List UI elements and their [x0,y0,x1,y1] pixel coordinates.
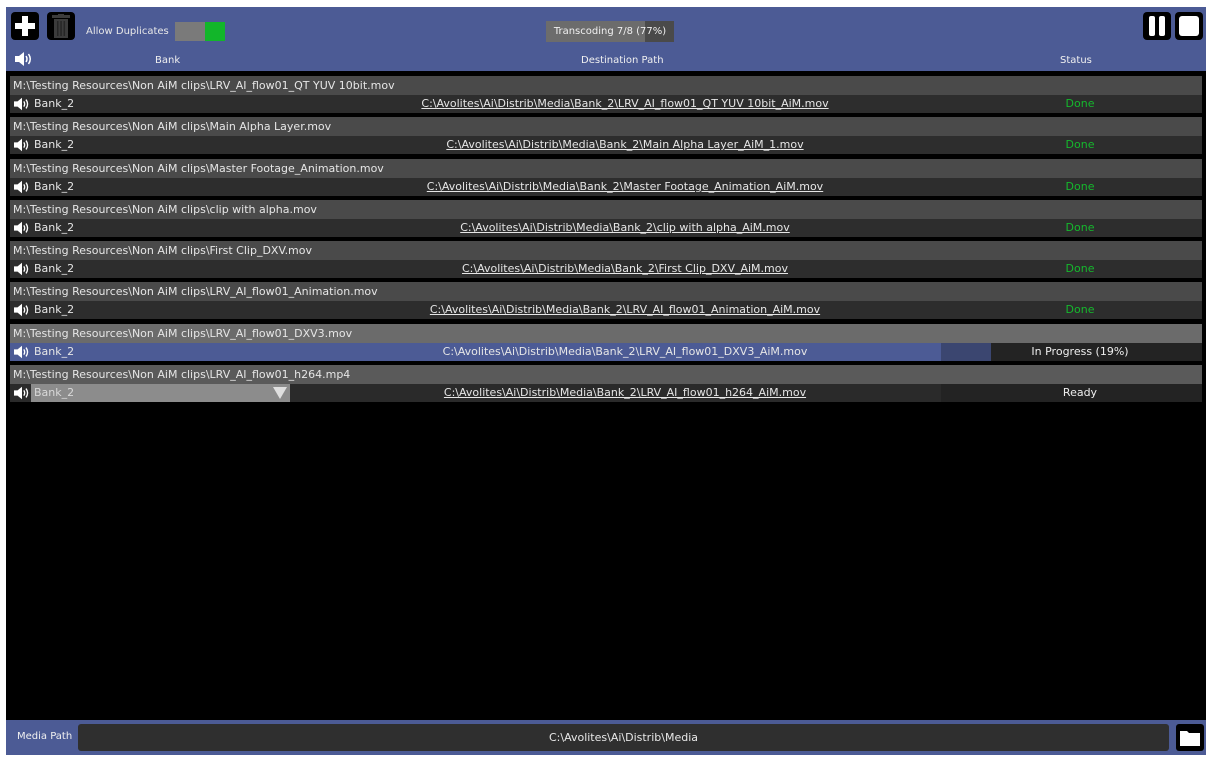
list-item[interactable]: M:\Testing Resources\Non AiM clips\LRV_A… [10,76,1202,117]
pause-button[interactable] [1143,12,1171,40]
column-header-destination: Destination Path [581,55,664,66]
toggle-on-indicator [205,22,225,41]
media-path-bar: Media Path C:\Avolites\Ai\Distrib\Media [6,720,1206,755]
allow-duplicates-toggle[interactable] [175,22,225,41]
destination-path: C:\Avolites\Ai\Distrib\Media\Bank_2\LRV_… [442,344,808,358]
speaker-icon[interactable] [14,303,30,323]
source-path: M:\Testing Resources\Non AiM clips\Maste… [10,158,1202,178]
plus-icon [15,16,35,36]
bank-name[interactable]: Bank_2 [34,95,74,113]
speaker-icon[interactable] [14,138,30,158]
destination-path[interactable]: C:\Avolites\Ai\Distrib\Media\Bank_2\LRV_… [300,384,950,402]
speaker-icon[interactable] [14,262,30,282]
destination-path[interactable]: C:\Avolites\Ai\Distrib\Media\Bank_2\Main… [300,136,950,154]
list-item[interactable]: M:\Testing Resources\Non AiM clips\LRV_A… [10,282,1202,323]
list-item[interactable]: M:\Testing Resources\Non AiM clips\Main … [10,117,1202,158]
source-path: M:\Testing Resources\Non AiM clips\LRV_A… [10,76,1202,95]
media-path-label: Media Path [17,731,73,742]
speaker-icon[interactable] [14,180,30,200]
stop-icon [1179,16,1199,36]
list-item[interactable]: M:\Testing Resources\Non AiM clips\Maste… [10,158,1202,200]
bank-name[interactable]: Bank_2 [34,178,74,196]
source-path: M:\Testing Resources\Non AiM clips\Main … [10,117,1202,137]
speaker-icon[interactable] [14,386,30,406]
source-path: M:\Testing Resources\Non AiM clips\LRV_A… [10,365,1202,385]
folder-icon [1180,730,1200,746]
bank-name[interactable]: Bank_2 [34,301,74,319]
bank-name[interactable]: Bank_2 [34,136,74,154]
media-path-input[interactable]: C:\Avolites\Ai\Distrib\Media [78,724,1169,751]
column-header-bank: Bank [155,55,181,66]
list-item-in-progress[interactable]: M:\Testing Resources\Non AiM clips\LRV_A… [10,323,1202,365]
source-path: M:\Testing Resources\Non AiM clips\clip … [10,199,1202,219]
pause-icon [1149,16,1165,36]
browse-folder-button[interactable] [1176,724,1204,751]
source-path: M:\Testing Resources\Non AiM clips\First… [10,241,1202,261]
stop-button[interactable] [1175,12,1203,40]
destination-path[interactable]: C:\Avolites\Ai\Distrib\Media\Bank_2\Firs… [300,260,950,278]
bank-dropdown-value[interactable]: Bank_2 [34,384,74,402]
status-badge: Done [1065,97,1095,110]
speaker-icon[interactable] [14,221,30,241]
speaker-icon[interactable] [15,51,33,70]
status-badge: Done [1065,303,1095,317]
status-badge: Done [1065,179,1095,193]
transcode-window: Allow Duplicates Transcoding 7/8 (77%) B… [6,7,1206,755]
transcode-list: M:\Testing Resources\Non AiM clips\LRV_A… [10,76,1202,406]
destination-path[interactable]: C:\Avolites\Ai\Distrib\Media\Bank_2\LRV_… [300,301,950,319]
destination-path[interactable]: C:\Avolites\Ai\Distrib\Media\Bank_2\clip… [300,219,950,237]
bank-name[interactable]: Bank_2 [34,343,74,361]
destination-path[interactable]: C:\Avolites\Ai\Distrib\Media\Bank_2\Mast… [300,178,950,196]
delete-button[interactable] [47,12,75,40]
list-item[interactable]: M:\Testing Resources\Non AiM clips\First… [10,241,1202,282]
column-header-status: Status [1060,55,1092,66]
add-button[interactable] [11,12,39,40]
status-badge: Done [1065,138,1095,152]
status-badge: Done [1065,220,1095,234]
source-path: M:\Testing Resources\Non AiM clips\LRV_A… [10,282,1202,302]
allow-duplicates-label: Allow Duplicates [86,26,169,37]
toolbar: Allow Duplicates Transcoding 7/8 (77%) B… [6,7,1206,71]
list-item-ready[interactable]: M:\Testing Resources\Non AiM clips\LRV_A… [10,365,1202,406]
speaker-icon[interactable] [14,97,30,117]
trash-icon [52,14,70,38]
list-item[interactable]: M:\Testing Resources\Non AiM clips\clip … [10,199,1202,241]
status-badge: In Progress (19%) [1031,344,1129,358]
bank-name[interactable]: Bank_2 [34,260,74,278]
transcoding-status: Transcoding 7/8 (77%) [553,26,667,37]
source-path: M:\Testing Resources\Non AiM clips\LRV_A… [10,323,1202,343]
status-badge: Ready [1062,386,1098,400]
destination-path[interactable]: C:\Avolites\Ai\Distrib\Media\Bank_2\LRV_… [300,95,950,113]
status-badge: Done [1065,262,1095,276]
transcoding-progress: Transcoding 7/8 (77%) [546,21,674,42]
speaker-icon[interactable] [14,345,30,365]
chevron-down-icon[interactable] [273,387,287,405]
bank-name[interactable]: Bank_2 [34,219,74,237]
